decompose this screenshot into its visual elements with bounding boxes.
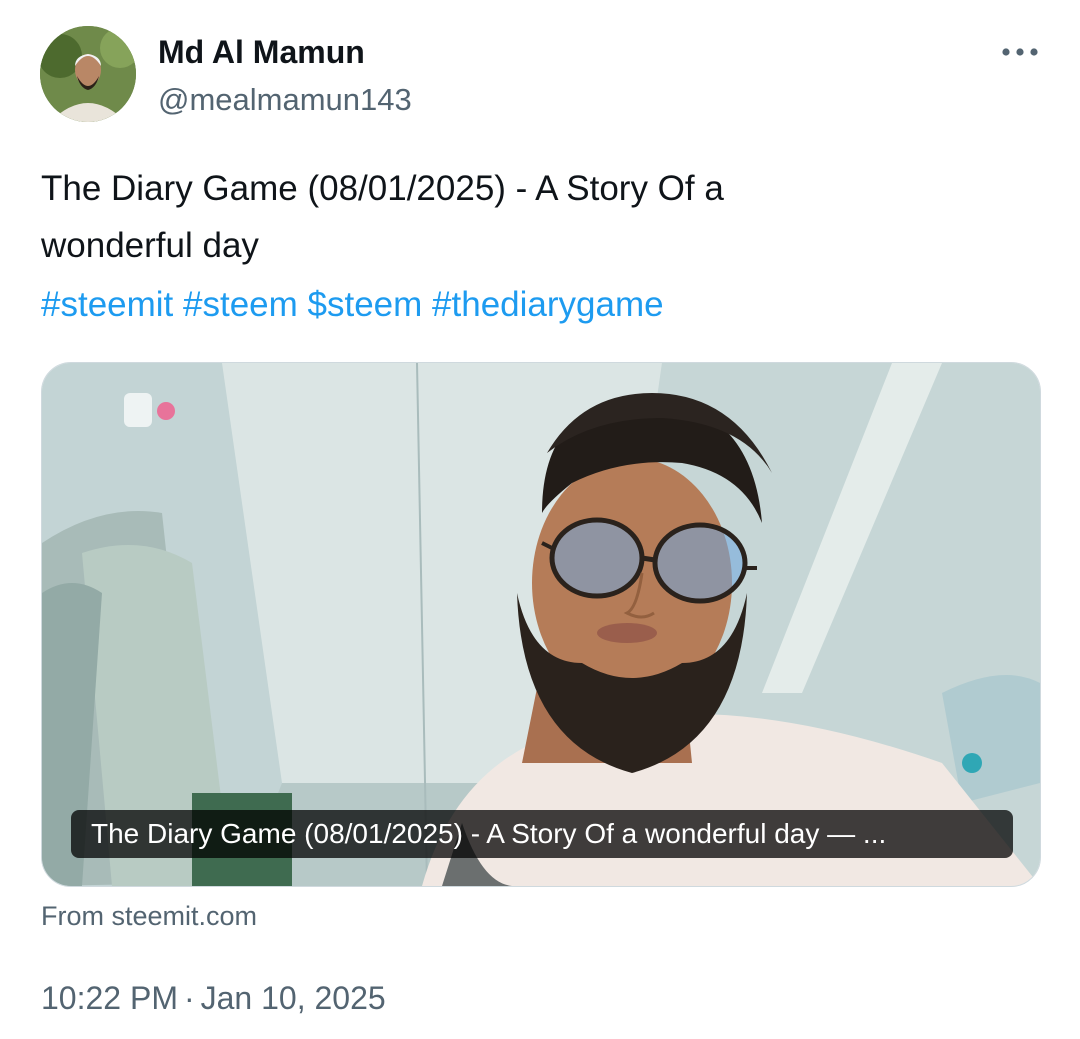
hashtag-link[interactable]: #thediarygame bbox=[432, 285, 664, 324]
link-card-title: The Diary Game (08/01/2025) - A Story Of… bbox=[71, 810, 1013, 858]
link-preview-image bbox=[42, 363, 1040, 886]
author-avatar[interactable] bbox=[40, 26, 136, 122]
avatar-photo-icon bbox=[40, 26, 136, 122]
hashtag-link[interactable]: #steem bbox=[183, 285, 298, 324]
author-display-name[interactable]: Md Al Mamun bbox=[158, 33, 365, 71]
author-handle[interactable]: @mealmamun143 bbox=[158, 81, 412, 119]
link-preview-card[interactable]: The Diary Game (08/01/2025) - A Story Of… bbox=[41, 362, 1041, 887]
tweet-text-line: The Diary Game (08/01/2025) - A Story Of… bbox=[41, 169, 724, 208]
tweet-text: The Diary Game (08/01/2025) - A Story Of… bbox=[41, 160, 1021, 274]
more-options-button[interactable] bbox=[994, 36, 1046, 68]
cashtag-link[interactable]: $steem bbox=[308, 285, 423, 324]
hashtag-list: #steemit #steem $steem #thediarygame bbox=[41, 276, 664, 333]
tweet-text-line: wonderful day bbox=[41, 226, 259, 265]
timestamp-separator: · bbox=[183, 980, 195, 1016]
tweet-timestamp[interactable]: 10:22 PM · Jan 10, 2025 bbox=[41, 977, 386, 1019]
tweet-date: Jan 10, 2025 bbox=[200, 980, 386, 1016]
tweet-time: 10:22 PM bbox=[41, 980, 178, 1016]
more-horizontal-icon bbox=[1002, 48, 1038, 56]
link-card-source[interactable]: From steemit.com bbox=[41, 898, 257, 934]
hashtag-link[interactable]: #steemit bbox=[41, 285, 173, 324]
